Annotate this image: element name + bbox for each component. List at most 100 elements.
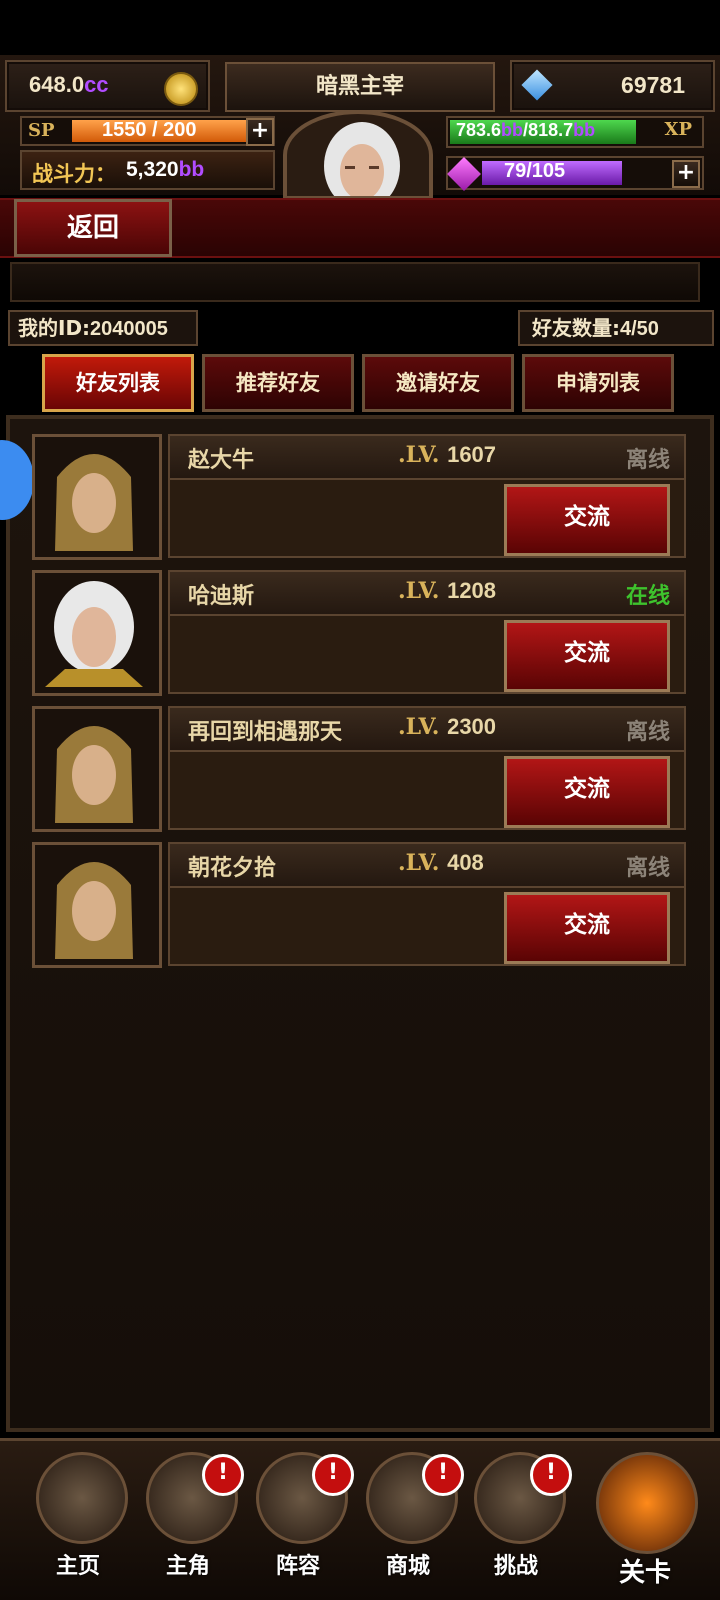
player-avatar[interactable] bbox=[283, 110, 433, 200]
friend-count-value: 4/50 bbox=[620, 318, 659, 340]
lv-tag: .LV. bbox=[398, 850, 440, 876]
diamond-counter: 69781 bbox=[510, 60, 715, 112]
ornament-divider bbox=[10, 262, 700, 302]
lv-tag: .LV. bbox=[398, 578, 440, 604]
friend-name: 哈迪斯 bbox=[188, 584, 255, 609]
avatar-portrait-icon bbox=[324, 122, 400, 196]
combat-power: 战斗力： 5,320bb bbox=[20, 150, 275, 190]
nav-label: 阵容 bbox=[275, 1554, 320, 1579]
list-item: 再回到相遇那天 .LV. 2300 离线 交流 bbox=[28, 704, 690, 832]
list-item: 赵大牛 .LV. 1607 离线 交流 bbox=[28, 432, 690, 560]
nav-label: 主页 bbox=[55, 1554, 100, 1579]
xp-current: 783.6 bbox=[456, 120, 502, 140]
friend-status: 离线 bbox=[625, 720, 670, 745]
chat-button[interactable]: 交流 bbox=[504, 892, 670, 964]
friend-info-body: 交流 bbox=[168, 886, 686, 966]
tab-friend-list[interactable]: 好友列表 bbox=[42, 354, 194, 412]
page-title: 暗黑主宰 bbox=[315, 74, 404, 99]
friend-level-value: 2300 bbox=[447, 714, 497, 739]
alert-badge: ! bbox=[530, 1454, 572, 1496]
gem-bar: 79/105 bbox=[446, 156, 704, 191]
sp-value: 1550 / 200 bbox=[102, 119, 197, 141]
white-hair-portrait-icon bbox=[45, 581, 143, 687]
friend-level-value: 408 bbox=[447, 850, 484, 875]
power-label: 战斗力： bbox=[32, 162, 116, 186]
gem-add-button[interactable]: + bbox=[672, 160, 700, 188]
hooded-portrait-icon bbox=[55, 454, 133, 551]
friend-info-header: 朝花夕拾 .LV. 408 离线 bbox=[168, 842, 686, 888]
friend-info-body: 交流 bbox=[168, 478, 686, 558]
xp-max: 818.7 bbox=[528, 120, 574, 140]
power-unit: bb bbox=[178, 158, 205, 181]
xp-unit-2: bb bbox=[573, 120, 596, 140]
gold-counter: 648.0cc bbox=[5, 60, 210, 112]
friend-info-body: 交流 bbox=[168, 750, 686, 830]
sp-label: SP bbox=[28, 120, 55, 141]
lv-tag: .LV. bbox=[398, 714, 440, 740]
friend-level-value: 1607 bbox=[447, 442, 497, 467]
nav-shop[interactable]: ! 商城 bbox=[358, 1452, 464, 1582]
friend-name: 赵大牛 bbox=[188, 448, 255, 473]
nav-lineup[interactable]: ! 阵容 bbox=[248, 1452, 354, 1582]
chat-button[interactable]: 交流 bbox=[504, 620, 670, 692]
tab-recommended[interactable]: 推荐好友 bbox=[202, 354, 354, 412]
hooded-portrait-icon bbox=[55, 726, 133, 823]
friend-status: 在线 bbox=[625, 584, 670, 609]
power-value: 5,320 bbox=[126, 158, 179, 181]
purple-gem-icon bbox=[447, 157, 481, 191]
friend-info-body: 交流 bbox=[168, 614, 686, 694]
tab-invite[interactable]: 邀请好友 bbox=[362, 354, 514, 412]
friend-level: .LV. 408 bbox=[398, 850, 484, 876]
nav-hero[interactable]: ! 主角 bbox=[138, 1452, 244, 1582]
nav-label: 主角 bbox=[165, 1554, 210, 1579]
xp-unit: bb bbox=[501, 120, 524, 140]
friend-level-value: 1208 bbox=[447, 578, 497, 603]
friend-count-box: 好友数量:4/50 bbox=[518, 310, 714, 346]
xp-label: XP bbox=[664, 119, 692, 140]
friend-status: 离线 bbox=[625, 856, 670, 881]
friend-avatar[interactable] bbox=[32, 434, 162, 560]
alert-badge: ! bbox=[312, 1454, 354, 1496]
back-button[interactable]: 返回 bbox=[14, 199, 172, 257]
nav-label: 商城 bbox=[385, 1554, 430, 1579]
nav-label: 挑战 bbox=[493, 1554, 538, 1579]
friend-count-label: 好友数量: bbox=[532, 316, 620, 340]
hooded-portrait-icon bbox=[55, 862, 133, 959]
gold-unit: cc bbox=[84, 72, 109, 97]
nav-home[interactable]: 主页 bbox=[28, 1452, 128, 1582]
nav-stage[interactable]: 关卡 bbox=[590, 1452, 700, 1588]
friend-avatar[interactable] bbox=[32, 706, 162, 832]
friend-info-header: 再回到相遇那天 .LV. 2300 离线 bbox=[168, 706, 686, 752]
friend-status: 离线 bbox=[625, 448, 670, 473]
nav-label: 关卡 bbox=[618, 1558, 671, 1588]
lv-tag: .LV. bbox=[398, 442, 440, 468]
friend-name: 再回到相遇那天 bbox=[188, 720, 343, 745]
friend-level: .LV. 1208 bbox=[398, 578, 496, 604]
diamond-icon bbox=[521, 69, 553, 101]
friend-info-header: 赵大牛 .LV. 1607 离线 bbox=[168, 434, 686, 480]
chat-button[interactable]: 交流 bbox=[504, 756, 670, 828]
gem-value: 79/105 bbox=[504, 160, 566, 182]
my-id-value: 2040005 bbox=[90, 318, 168, 340]
list-item: 朝花夕拾 .LV. 408 离线 交流 bbox=[28, 840, 690, 968]
my-id-box: 我的ID:2040005 bbox=[8, 310, 198, 346]
my-id-label: 我的ID: bbox=[18, 316, 91, 340]
alert-badge: ! bbox=[422, 1454, 464, 1496]
flame-gate-icon bbox=[596, 1452, 698, 1554]
alert-badge: ! bbox=[202, 1454, 244, 1496]
sp-bar: SP 1550 / 200 bbox=[20, 116, 275, 146]
gold-value: 648.0 bbox=[29, 72, 85, 97]
xp-bar: 783.6bb/818.7bb XP bbox=[446, 116, 704, 148]
friend-avatar[interactable] bbox=[32, 570, 162, 696]
friend-level: .LV. 2300 bbox=[398, 714, 496, 740]
tab-requests[interactable]: 申请列表 bbox=[522, 354, 674, 412]
chat-button[interactable]: 交流 bbox=[504, 484, 670, 556]
gold-coin-icon bbox=[164, 72, 198, 106]
castle-icon bbox=[36, 1452, 128, 1544]
sp-add-button[interactable]: + bbox=[246, 118, 274, 146]
friend-level: .LV. 1607 bbox=[398, 442, 496, 468]
friend-avatar[interactable] bbox=[32, 842, 162, 968]
nav-challenge[interactable]: ! 挑战 bbox=[466, 1452, 572, 1582]
list-item: 哈迪斯 .LV. 1208 在线 交流 bbox=[28, 568, 690, 696]
friend-info-header: 哈迪斯 .LV. 1208 在线 bbox=[168, 570, 686, 616]
